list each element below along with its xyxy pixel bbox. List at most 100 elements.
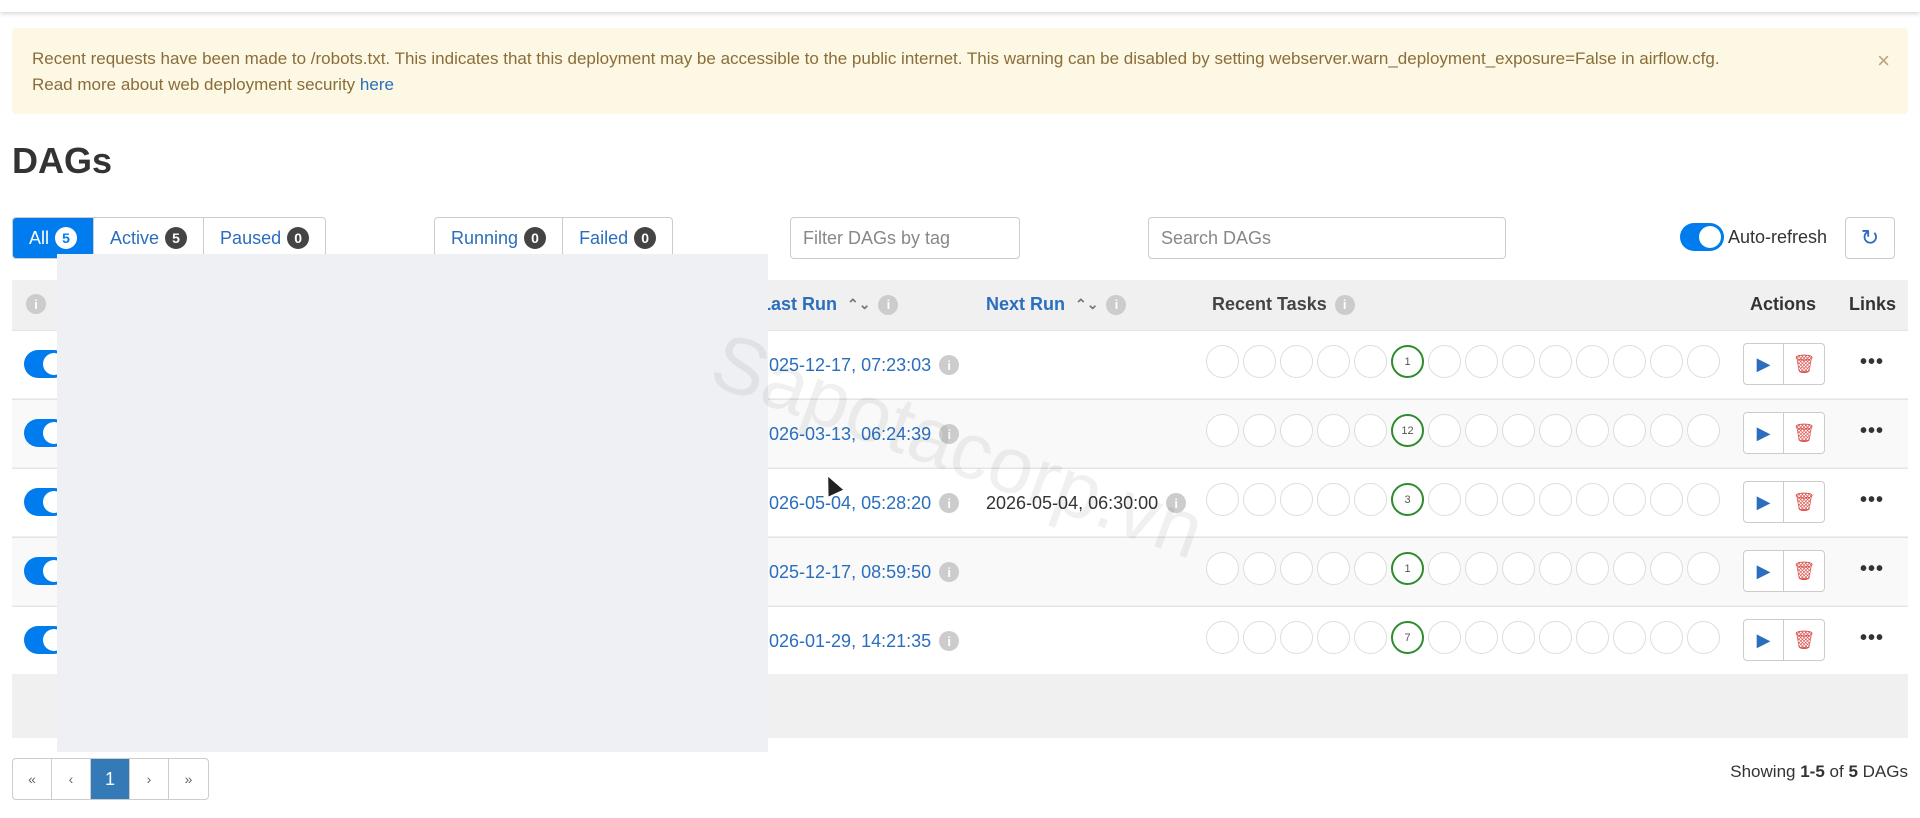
tab-active[interactable]: Active 5 [94,218,205,258]
task-state-circle[interactable] [1687,621,1720,654]
tag-filter-input[interactable]: Filter DAGs by tag [790,217,1020,259]
task-state-success[interactable]: 1 [1391,552,1424,585]
task-state-circle[interactable] [1576,414,1609,447]
task-state-circle[interactable] [1687,552,1720,585]
task-state-circle[interactable] [1428,483,1461,516]
delete-dag-button[interactable]: 🗑 [1784,413,1824,453]
task-state-circle[interactable] [1206,552,1239,585]
task-state-success[interactable]: 1 [1391,345,1424,378]
task-state-circle[interactable] [1280,414,1313,447]
task-state-circle[interactable] [1687,345,1720,378]
task-state-circle[interactable] [1613,483,1646,516]
task-state-circle[interactable] [1613,552,1646,585]
last-page-button[interactable]: » [169,759,208,799]
prev-page-button[interactable]: ‹ [52,759,91,799]
task-state-circle[interactable] [1650,552,1683,585]
task-state-circle[interactable] [1317,621,1350,654]
task-state-circle[interactable] [1613,345,1646,378]
task-state-circle[interactable] [1243,414,1276,447]
tab-paused[interactable]: Paused 0 [204,218,325,258]
col-next-run[interactable]: Next Run ⌃⌄ i [986,294,1127,315]
task-state-circle[interactable] [1317,483,1350,516]
delete-dag-button[interactable]: 🗑 [1784,344,1824,384]
task-state-circle[interactable] [1206,483,1239,516]
task-state-circle[interactable] [1206,414,1239,447]
task-state-circle[interactable] [1576,621,1609,654]
task-state-circle[interactable] [1576,552,1609,585]
task-state-circle[interactable] [1650,483,1683,516]
task-state-circle[interactable] [1465,552,1498,585]
task-state-circle[interactable] [1539,483,1572,516]
task-state-circle[interactable] [1243,552,1276,585]
trigger-dag-button[interactable]: ▶ [1744,344,1784,384]
task-state-circle[interactable] [1354,345,1387,378]
task-state-circle[interactable] [1243,483,1276,516]
tab-running[interactable]: Running 0 [435,218,564,258]
task-state-circle[interactable] [1243,345,1276,378]
search-input[interactable]: Search DAGs [1148,217,1506,259]
delete-dag-button[interactable]: 🗑 [1784,620,1824,660]
task-state-circle[interactable] [1539,345,1572,378]
task-state-circle[interactable] [1502,483,1535,516]
last-run-cell[interactable]: 026-05-04, 05:28:20 i [769,469,960,537]
task-state-circle[interactable] [1502,414,1535,447]
task-state-circle[interactable] [1206,621,1239,654]
first-page-button[interactable]: « [13,759,52,799]
task-state-success[interactable]: 12 [1391,414,1424,447]
task-state-circle[interactable] [1650,414,1683,447]
task-state-success[interactable]: 7 [1391,621,1424,654]
task-state-circle[interactable] [1206,345,1239,378]
task-state-circle[interactable] [1502,345,1535,378]
links-menu-button[interactable]: ••• [1860,558,1884,581]
task-state-circle[interactable] [1317,414,1350,447]
task-state-circle[interactable] [1465,345,1498,378]
task-state-circle[interactable] [1280,345,1313,378]
task-state-success[interactable]: 3 [1391,483,1424,516]
links-menu-button[interactable]: ••• [1860,351,1884,374]
alert-link-here[interactable]: here [360,75,394,94]
close-icon[interactable]: × [1877,48,1890,74]
last-run-cell[interactable]: 025-12-17, 07:23:03 i [769,331,960,399]
links-menu-button[interactable]: ••• [1860,420,1884,443]
trigger-dag-button[interactable]: ▶ [1744,551,1784,591]
next-page-button[interactable]: › [130,759,169,799]
task-state-circle[interactable] [1428,552,1461,585]
auto-refresh-toggle[interactable] [1680,223,1724,251]
task-state-circle[interactable] [1280,552,1313,585]
task-state-circle[interactable] [1650,621,1683,654]
delete-dag-button[interactable]: 🗑 [1784,551,1824,591]
col-last-run[interactable]: Last Run ⌃⌄ i [760,294,899,315]
task-state-circle[interactable] [1576,345,1609,378]
task-state-circle[interactable] [1243,621,1276,654]
trigger-dag-button[interactable]: ▶ [1744,413,1784,453]
delete-dag-button[interactable]: 🗑 [1784,482,1824,522]
task-state-circle[interactable] [1354,414,1387,447]
task-state-circle[interactable] [1650,345,1683,378]
task-state-circle[interactable] [1539,621,1572,654]
links-menu-button[interactable]: ••• [1860,627,1884,650]
task-state-circle[interactable] [1539,414,1572,447]
last-run-cell[interactable]: 025-12-17, 08:59:50 i [769,538,960,606]
task-state-circle[interactable] [1539,552,1572,585]
task-state-circle[interactable] [1280,483,1313,516]
task-state-circle[interactable] [1465,414,1498,447]
task-state-circle[interactable] [1354,621,1387,654]
task-state-circle[interactable] [1317,552,1350,585]
task-state-circle[interactable] [1465,483,1498,516]
task-state-circle[interactable] [1613,621,1646,654]
task-state-circle[interactable] [1687,483,1720,516]
links-menu-button[interactable]: ••• [1860,489,1884,512]
trigger-dag-button[interactable]: ▶ [1744,482,1784,522]
last-run-cell[interactable]: 026-03-13, 06:24:39 i [769,400,960,468]
task-state-circle[interactable] [1354,552,1387,585]
task-state-circle[interactable] [1428,621,1461,654]
task-state-circle[interactable] [1576,483,1609,516]
tab-failed[interactable]: Failed 0 [563,218,672,258]
task-state-circle[interactable] [1317,345,1350,378]
last-run-cell[interactable]: 026-01-29, 14:21:35 i [769,607,960,675]
task-state-circle[interactable] [1465,621,1498,654]
tab-all[interactable]: All 5 [13,218,95,258]
task-state-circle[interactable] [1428,345,1461,378]
task-state-circle[interactable] [1428,414,1461,447]
page-1-button[interactable]: 1 [91,759,130,799]
